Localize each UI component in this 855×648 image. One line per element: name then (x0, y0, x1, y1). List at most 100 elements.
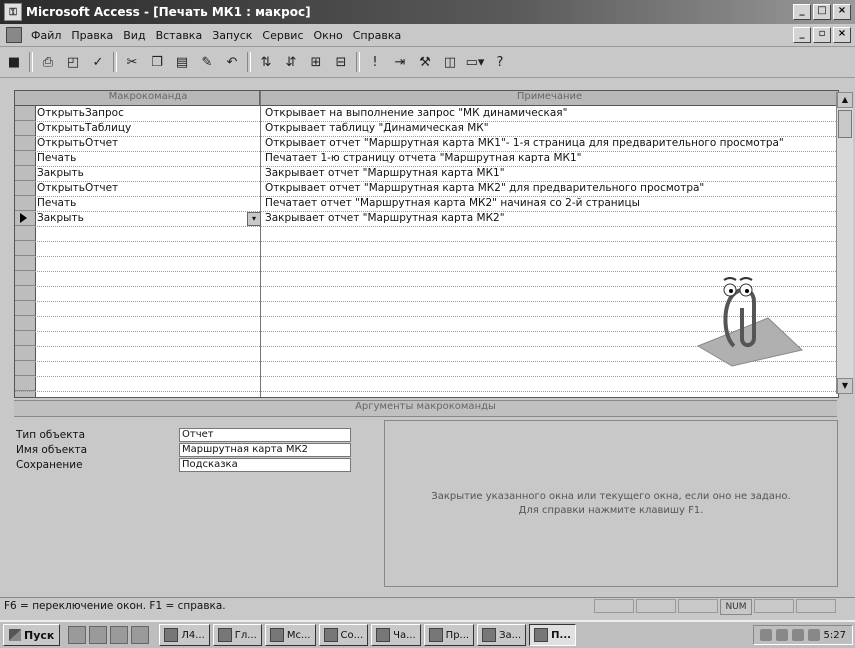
dropdown-arrow-icon[interactable]: ▾ (247, 212, 261, 226)
browser-icon[interactable] (89, 626, 108, 644)
task-button[interactable]: Пр... (423, 624, 475, 646)
scroll-up-icon[interactable]: ▲ (837, 92, 853, 108)
row-selector[interactable] (15, 346, 35, 361)
row-selector-current[interactable] (15, 211, 35, 226)
task-button[interactable]: Мс... (264, 624, 316, 646)
insert-rows-icon[interactable]: ⊞ (306, 52, 326, 72)
preview-icon[interactable]: ◰ (63, 52, 83, 72)
step-icon[interactable]: ⇥ (390, 52, 410, 72)
minimize-button[interactable]: _ (793, 4, 811, 20)
row-selector[interactable] (15, 331, 35, 346)
help-icon[interactable]: ? (490, 52, 510, 72)
empty-row[interactable] (15, 241, 838, 257)
tray-icon[interactable] (759, 629, 772, 641)
action-cell[interactable]: ОткрытьЗапрос (37, 107, 259, 121)
row-selector[interactable] (15, 271, 35, 286)
row-selector[interactable] (15, 121, 35, 136)
delete-rows-icon[interactable]: ⊟ (331, 52, 351, 72)
print-icon[interactable]: ⎙ (38, 52, 58, 72)
access-key-icon[interactable]: ⚿ (4, 3, 22, 21)
note-cell[interactable]: Открывает на выполнение запрос "МК динам… (265, 107, 835, 121)
conditions-icon[interactable]: ⇵ (281, 52, 301, 72)
task-button[interactable]: Л4... (159, 624, 210, 646)
row-selector[interactable] (15, 181, 35, 196)
action-cell[interactable]: ОткрытьТаблицу (37, 122, 259, 136)
start-button[interactable]: Пуск (3, 624, 61, 646)
column-header-note[interactable]: Примечание (261, 91, 838, 105)
task-button[interactable]: Гл... (212, 624, 262, 646)
grid-scrollbar[interactable]: ▲ ▼ (836, 92, 853, 394)
volume-icon[interactable] (775, 629, 788, 641)
menu-tools[interactable]: Сервис (257, 29, 308, 42)
row-selector[interactable] (15, 136, 35, 151)
task-button[interactable]: Со... (318, 624, 369, 646)
language-icon[interactable] (807, 629, 820, 641)
menu-window[interactable]: Окно (309, 29, 348, 42)
document-menu-icon[interactable] (6, 27, 22, 43)
office-assistant-clippy-icon[interactable] (694, 268, 804, 368)
row-selector[interactable] (15, 286, 35, 301)
row-selector[interactable] (15, 106, 35, 121)
note-cell[interactable]: Открывает таблицу "Динамическая МК" (265, 122, 835, 136)
action-cell[interactable]: Закрыть (37, 167, 259, 181)
note-cell[interactable]: Закрывает отчет "Маршрутная карта МК2" (265, 212, 835, 226)
cut-icon[interactable]: ✂ (122, 52, 142, 72)
row-selector[interactable] (15, 376, 35, 391)
table-row[interactable]: ОткрытьОтчет Открывает отчет "Маршрутная… (15, 136, 838, 152)
row-selector[interactable] (15, 196, 35, 211)
action-cell[interactable]: Печать (37, 152, 259, 166)
macro-names-icon[interactable]: ⇅ (256, 52, 276, 72)
doc-minimize-button[interactable]: _ (793, 27, 811, 43)
row-selector[interactable] (15, 241, 35, 256)
menu-view[interactable]: Вид (118, 29, 150, 42)
task-button[interactable]: За... (477, 624, 527, 646)
doc-close-button[interactable]: × (833, 27, 851, 43)
menu-help[interactable]: Справка (348, 29, 406, 42)
row-selector[interactable] (15, 301, 35, 316)
copy-icon[interactable]: ❐ (147, 52, 167, 72)
menu-file[interactable]: Файл (26, 29, 66, 42)
table-row[interactable]: Печать Печатает отчет "Маршрутная карта … (15, 196, 838, 212)
empty-row[interactable] (15, 376, 838, 392)
table-row[interactable]: Закрыть Закрывает отчет "Маршрутная карт… (15, 166, 838, 182)
note-cell[interactable]: Открывает отчет "Маршрутная карта МК1"- … (265, 137, 835, 151)
save-icon[interactable]: ■ (4, 52, 24, 72)
scroll-down-icon[interactable]: ▼ (837, 378, 853, 394)
task-button[interactable]: Ча... (371, 624, 421, 646)
table-row[interactable]: ОткрытьТаблицу Открывает таблицу "Динами… (15, 121, 838, 137)
desktop-icon[interactable] (68, 626, 87, 644)
task-button-active[interactable]: П... (529, 624, 576, 646)
row-selector[interactable] (15, 316, 35, 331)
spell-icon[interactable]: ✓ (88, 52, 108, 72)
row-selector[interactable] (15, 361, 35, 376)
run-icon[interactable]: ! (365, 52, 385, 72)
object-name-field[interactable]: Маршрутная карта МК2 (179, 443, 351, 457)
doc-restore-button[interactable]: ▫ (813, 27, 831, 43)
table-row[interactable]: Печать Печатает 1-ю страницу отчета "Мар… (15, 151, 838, 167)
note-cell[interactable]: Открывает отчет "Маршрутная карта МК2" д… (265, 182, 835, 196)
row-selector[interactable] (15, 166, 35, 181)
undo-icon[interactable]: ↶ (222, 52, 242, 72)
menu-run[interactable]: Запуск (207, 29, 257, 42)
paste-icon[interactable]: ▤ (172, 52, 192, 72)
build-icon[interactable]: ⚒ (415, 52, 435, 72)
scroll-thumb[interactable] (838, 110, 852, 138)
note-cell[interactable]: Закрывает отчет "Маршрутная карта МК1" (265, 167, 835, 181)
action-cell[interactable]: Закрыть (37, 212, 259, 226)
database-window-icon[interactable]: ◫ (440, 52, 460, 72)
close-button[interactable]: × (833, 4, 851, 20)
row-selector[interactable] (15, 256, 35, 271)
network-icon[interactable] (791, 629, 804, 641)
action-cell[interactable]: ОткрытьОтчет (37, 182, 259, 196)
action-cell[interactable]: Печать (37, 197, 259, 211)
maximize-button[interactable]: □ (813, 4, 831, 20)
row-selector[interactable] (15, 151, 35, 166)
table-row-current[interactable]: Закрыть ▾ Закрывает отчет "Маршрутная ка… (15, 211, 838, 227)
row-selector[interactable] (15, 226, 35, 241)
email-icon[interactable] (110, 626, 129, 644)
column-header-action[interactable]: Макрокоманда (37, 91, 260, 105)
table-row[interactable]: ОткрытьЗапрос Открывает на выполнение за… (15, 106, 838, 122)
menu-insert[interactable]: Вставка (151, 29, 208, 42)
note-cell[interactable]: Печатает отчет "Маршрутная карта МК2" на… (265, 197, 835, 211)
save-option-field[interactable]: Подсказка (179, 458, 351, 472)
